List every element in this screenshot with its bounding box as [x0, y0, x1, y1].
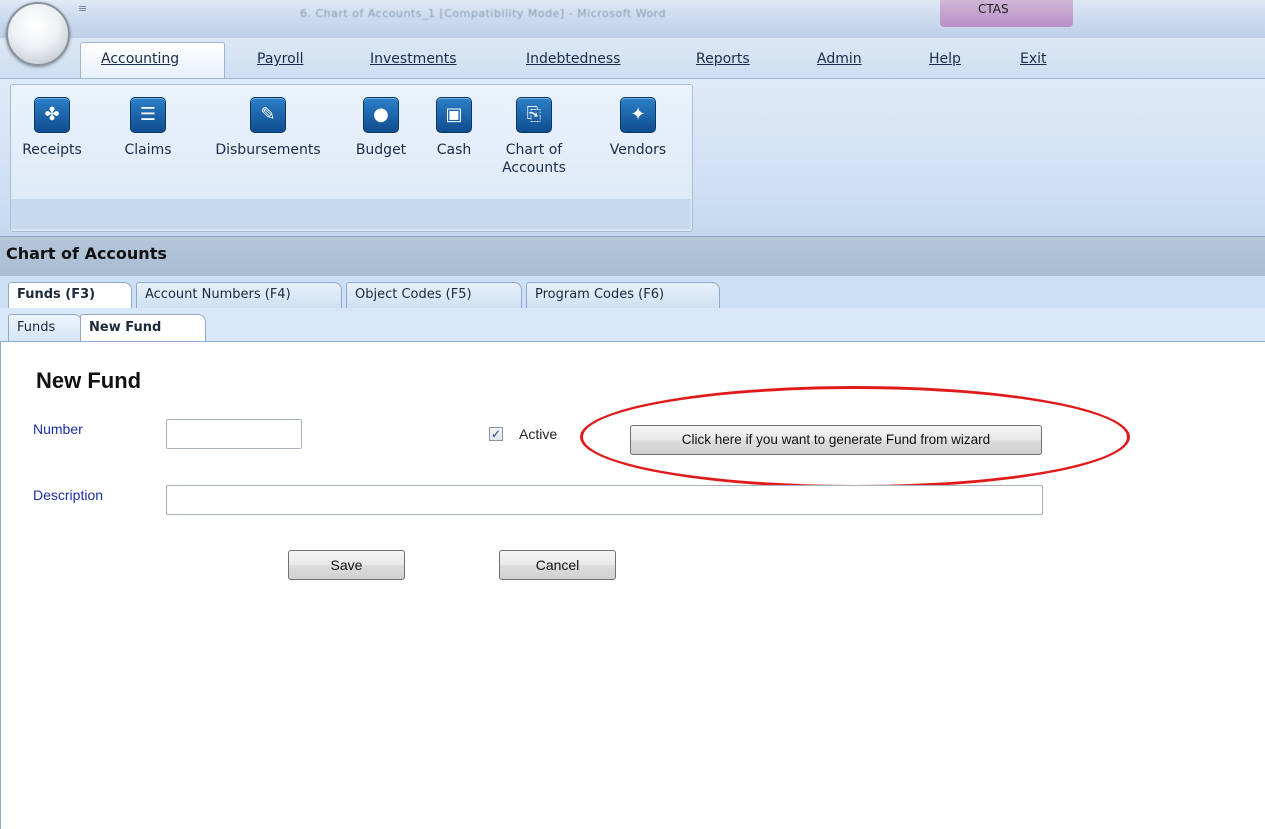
tab-reports-label: Reports — [696, 51, 750, 67]
tab-payroll-label: Payroll — [257, 51, 304, 67]
chart-of-accounts-icon: ⎘ — [516, 97, 552, 133]
application-orb-button[interactable] — [6, 2, 70, 66]
number-label: Number — [33, 421, 83, 437]
vendors-label: Vendors — [609, 142, 667, 158]
budget-label: Budget — [355, 142, 407, 158]
section-title: Chart of Accounts — [6, 244, 167, 263]
window-title: 6. Chart of Accounts_1 [Compatibility Mo… — [300, 7, 666, 20]
chart-of-accounts-label-line2: Accounts — [502, 160, 566, 176]
ctas-label: CTAS — [978, 2, 1009, 16]
description-input[interactable] — [166, 485, 1043, 515]
section-header — [0, 236, 1265, 277]
cash-button[interactable]: ▣ Cash — [428, 97, 480, 159]
tab-funds-f3[interactable]: Funds (F3) — [8, 282, 132, 308]
tab-exit-label: Exit — [1020, 51, 1047, 67]
receipts-button[interactable]: ✤ Receipts — [16, 97, 88, 159]
description-label: Description — [33, 487, 104, 503]
disbursements-label: Disbursements — [215, 142, 321, 158]
claims-icon: ☰ — [130, 97, 166, 133]
tab-investments[interactable]: Investments — [370, 51, 457, 67]
claims-button[interactable]: ☰ Claims — [120, 97, 176, 159]
page-title: New Fund — [36, 368, 142, 393]
disbursements-icon: ✎ — [250, 97, 286, 133]
cash-label: Cash — [436, 142, 472, 158]
tab-program-codes-f6[interactable]: Program Codes (F6) — [526, 282, 720, 308]
receipts-icon: ✤ — [34, 97, 70, 133]
content-panel — [0, 342, 1265, 829]
tab-funds-f3-label: Funds (F3) — [17, 287, 96, 302]
tab-accounting[interactable]: Accounting — [101, 51, 179, 67]
piggy-bank-icon: ● — [363, 97, 399, 133]
tab-new-fund-label: New Fund — [89, 320, 162, 335]
number-input[interactable] — [166, 419, 302, 449]
tab-admin[interactable]: Admin — [817, 51, 862, 67]
tab-new-fund[interactable]: New Fund — [80, 314, 206, 341]
tab-investments-label: Investments — [370, 51, 457, 67]
tab-program-codes-f6-label: Program Codes (F6) — [535, 287, 665, 302]
generate-fund-wizard-button[interactable]: Click here if you want to generate Fund … — [630, 425, 1042, 455]
ribbon-group-footer — [11, 199, 691, 229]
tab-admin-label: Admin — [817, 51, 862, 67]
budget-button[interactable]: ● Budget — [348, 97, 414, 159]
save-button[interactable]: Save — [288, 550, 405, 580]
receipts-label: Receipts — [22, 142, 82, 158]
tab-indebtedness[interactable]: Indebtedness — [526, 51, 620, 67]
qat-menu-icon[interactable]: ≡ — [78, 2, 87, 15]
tab-accounting-label: Accounting — [101, 51, 180, 67]
vendors-button[interactable]: ✦ Vendors — [598, 97, 678, 159]
tab-account-numbers-f4-label: Account Numbers (F4) — [145, 287, 291, 302]
save-label: Save — [330, 557, 363, 573]
tab-account-numbers-f4[interactable]: Account Numbers (F4) — [136, 282, 342, 308]
cash-icon: ▣ — [436, 97, 472, 133]
tab-indebtedness-label: Indebtedness — [526, 51, 621, 67]
tab-exit[interactable]: Exit — [1020, 51, 1047, 67]
tab-help-label: Help — [929, 51, 961, 67]
tab-object-codes-f5-label: Object Codes (F5) — [355, 287, 472, 302]
tab-help[interactable]: Help — [929, 51, 961, 67]
tab-reports[interactable]: Reports — [696, 51, 750, 67]
claims-label: Claims — [124, 142, 172, 158]
tab-payroll[interactable]: Payroll — [257, 51, 303, 67]
tab-funds[interactable]: Funds — [8, 314, 82, 341]
handshake-icon: ✦ — [620, 97, 656, 133]
tab-funds-label: Funds — [17, 320, 56, 335]
cancel-button[interactable]: Cancel — [499, 550, 616, 580]
chart-of-accounts-label-line1: Chart of — [505, 142, 563, 158]
generate-fund-wizard-label: Click here if you want to generate Fund … — [681, 432, 991, 447]
active-label: Active — [519, 426, 558, 442]
disbursements-button[interactable]: ✎ Disbursements — [202, 97, 334, 159]
chart-of-accounts-button[interactable]: ⎘ Chart of Accounts — [496, 97, 572, 177]
quick-access-toolbar[interactable]: ≡ — [78, 2, 87, 18]
cancel-label: Cancel — [535, 557, 580, 573]
active-checkbox[interactable]: ✓ — [489, 427, 503, 441]
tab-object-codes-f5[interactable]: Object Codes (F5) — [346, 282, 522, 308]
